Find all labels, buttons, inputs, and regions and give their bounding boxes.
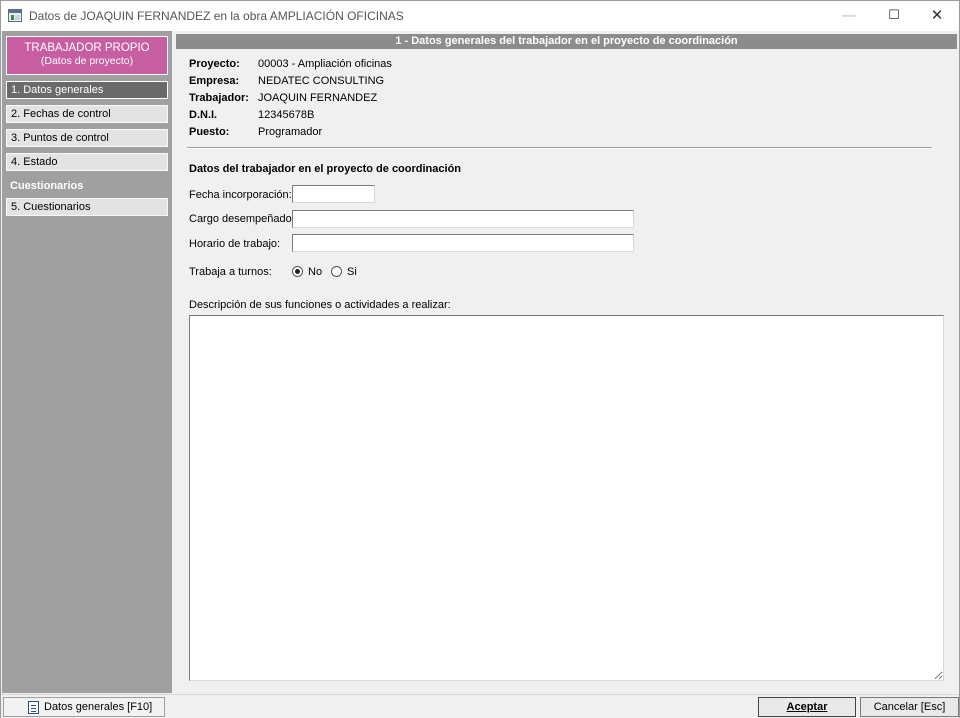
close-button[interactable]: ✕ [915, 1, 959, 31]
turnos-si-label[interactable]: Si [347, 266, 357, 278]
trabajador-value: JOAQUIN FERNANDEZ [258, 92, 378, 104]
sidebar-header: TRABAJADOR PROPIO (Datos de proyecto) [6, 36, 168, 75]
sidebar-header-title: TRABAJADOR PROPIO [24, 42, 150, 54]
minimize-button[interactable]: — [827, 1, 871, 31]
sidebar-item-datos-generales[interactable]: 1. Datos generales [6, 81, 168, 99]
horario-de-trabajo-input[interactable] [292, 234, 634, 252]
cargo-desempenado-input[interactable] [292, 210, 634, 228]
horario-de-trabajo-label: Horario de trabajo: [189, 238, 281, 250]
puesto-label: Puesto: [189, 126, 230, 138]
title-bar: Datos de JOAQUIN FERNANDEZ en la obra AM… [1, 1, 959, 31]
maximize-button[interactable]: ☐ [872, 1, 916, 31]
proyecto-label: Proyecto: [189, 58, 240, 70]
app-icon [8, 9, 22, 22]
empresa-value: NEDATEC CONSULTING [258, 75, 385, 87]
puesto-value: Programador [258, 126, 323, 138]
dialog-window: Datos de JOAQUIN FERNANDEZ en la obra AM… [0, 0, 960, 718]
document-icon [28, 701, 39, 714]
cargo-desempenado-label: Cargo desempeñado: [189, 213, 295, 225]
bottom-bar: Datos generales [F10] Aceptar Cancelar [… [1, 694, 959, 718]
panel-header: 1 - Datos generales del trabajador en el… [176, 34, 957, 49]
status-section-button[interactable]: Datos generales [F10] [3, 697, 165, 717]
turnos-no-radio[interactable] [292, 266, 303, 277]
section-title: Datos del trabajador en el proyecto de c… [189, 163, 462, 175]
main-panel: 1 - Datos generales del trabajador en el… [176, 34, 959, 693]
divider [187, 147, 932, 149]
radio-selected-dot [295, 269, 300, 274]
empresa-label: Empresa: [189, 75, 240, 87]
sidebar-item-cuestionarios[interactable]: 5. Cuestionarios [6, 198, 168, 216]
status-label: Datos generales [F10] [44, 701, 153, 713]
dni-label: D.N.I. [189, 109, 218, 121]
trabajador-label: Trabajador: [189, 92, 249, 104]
sidebar-item-estado[interactable]: 4. Estado [6, 153, 168, 171]
descripcion-textarea[interactable] [189, 315, 944, 681]
sidebar-section-cuestionarios: Cuestionarios [10, 180, 84, 192]
proyecto-value: 00003 - Ampliación oficinas [258, 58, 392, 70]
accept-button[interactable]: Aceptar [758, 697, 856, 717]
trabaja-a-turnos-label: Trabaja a turnos: [189, 266, 272, 278]
sidebar-item-fechas-de-control[interactable]: 2. Fechas de control [6, 105, 168, 123]
window-title: Datos de JOAQUIN FERNANDEZ en la obra AM… [29, 9, 404, 23]
dni-value: 12345678B [258, 109, 315, 121]
cancel-button[interactable]: Cancelar [Esc] [860, 697, 959, 717]
fecha-incorporacion-input[interactable] [292, 185, 375, 203]
turnos-si-radio[interactable] [331, 266, 342, 277]
sidebar: TRABAJADOR PROPIO (Datos de proyecto) 1.… [2, 31, 172, 693]
sidebar-item-puntos-de-control[interactable]: 3. Puntos de control [6, 129, 168, 147]
sidebar-header-subtitle: (Datos de proyecto) [40, 55, 134, 67]
turnos-no-label[interactable]: No [308, 266, 322, 278]
descripcion-label: Descripción de sus funciones o actividad… [189, 299, 451, 311]
fecha-incorporacion-label: Fecha incorporación: [189, 189, 292, 201]
